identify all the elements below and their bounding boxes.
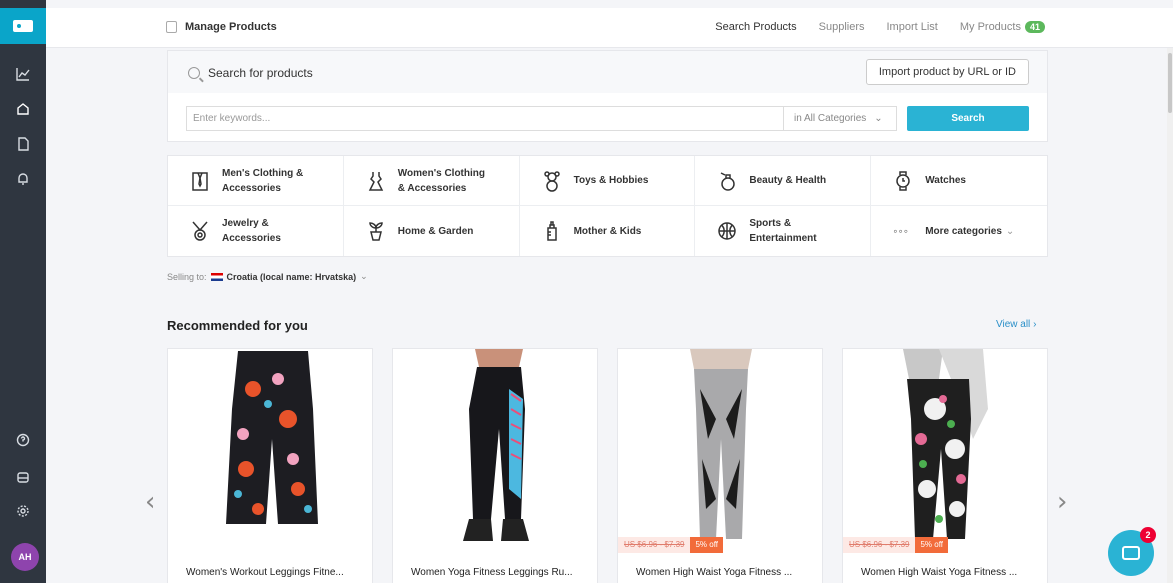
nav-search-products[interactable]: Search Products bbox=[715, 21, 796, 33]
search-card-header: Search for products Import product by UR… bbox=[168, 51, 1047, 93]
inbox-icon[interactable] bbox=[0, 465, 46, 489]
teddy-bear-icon bbox=[543, 170, 560, 192]
top-nav: Search Products Suppliers Import List My… bbox=[715, 21, 1045, 33]
view-all-link[interactable]: View all › bbox=[996, 319, 1036, 330]
product-name[interactable]: Women High Waist Yoga Fitness ... bbox=[636, 567, 792, 578]
price-tag: US $6.96 - $7.39 5% off bbox=[843, 537, 949, 553]
category-grid: Men's Clothing & Accessories Women's Clo… bbox=[167, 155, 1048, 257]
category-label: Toys & Hobbies bbox=[573, 175, 649, 186]
carousel-prev-arrow[interactable]: ‹ bbox=[145, 487, 155, 517]
section-title: Recommended for you bbox=[167, 318, 308, 333]
category-more[interactable]: ◦◦◦ More categories ⌄ bbox=[871, 206, 1047, 256]
category-beauty-health[interactable]: Beauty & Health bbox=[695, 156, 872, 206]
page-title: Manage Products bbox=[166, 21, 277, 33]
discount-badge: 5% off bbox=[915, 537, 949, 553]
product-image[interactable] bbox=[618, 349, 822, 555]
nav-my-products-label: My Products bbox=[959, 21, 1021, 33]
left-rail: AH bbox=[0, 0, 46, 583]
avatar[interactable]: AH bbox=[11, 543, 39, 571]
product-image[interactable] bbox=[843, 349, 1047, 555]
category-label: Sports & Entertainment bbox=[749, 218, 817, 244]
selling-to[interactable]: Selling to: Croatia (local name: Hrvatsk… bbox=[167, 271, 368, 282]
plant-pot-icon bbox=[369, 222, 383, 241]
help-icon[interactable] bbox=[0, 428, 46, 452]
settings-icon[interactable] bbox=[0, 499, 46, 523]
chart-icon[interactable] bbox=[0, 62, 46, 86]
basketball-icon bbox=[718, 222, 737, 240]
search-label: Search for products bbox=[188, 66, 313, 80]
notifications-icon[interactable] bbox=[0, 167, 46, 191]
keywords-input[interactable] bbox=[186, 106, 784, 131]
product-name[interactable]: Women High Waist Yoga Fitness ... bbox=[861, 567, 1017, 578]
category-watches[interactable]: Watches bbox=[871, 156, 1047, 206]
dress-icon bbox=[368, 171, 384, 191]
baby-bottle-icon bbox=[546, 221, 557, 241]
app-logo[interactable] bbox=[0, 8, 46, 44]
category-sports[interactable]: Sports & Entertainment bbox=[695, 206, 872, 256]
category-womens-clothing[interactable]: Women's Clothing & Accessories bbox=[343, 156, 520, 206]
nav-import-list[interactable]: Import List bbox=[886, 21, 937, 33]
product-name[interactable]: Women Yoga Fitness Leggings Ru... bbox=[411, 567, 573, 578]
category-label: Home & Garden bbox=[397, 225, 474, 237]
product-name[interactable]: Women's Workout Leggings Fitne... bbox=[186, 567, 344, 578]
import-by-url-button[interactable]: Import product by URL or ID bbox=[865, 59, 1029, 85]
search-button[interactable]: Search bbox=[907, 106, 1029, 131]
category-home-garden[interactable]: Home & Garden bbox=[344, 206, 520, 256]
shirt-tie-icon bbox=[192, 171, 208, 191]
product-image[interactable] bbox=[393, 349, 597, 555]
category-label: Jewelry & Accessories bbox=[222, 218, 281, 244]
nav-my-products[interactable]: My Products 41 bbox=[960, 21, 1045, 33]
watch-icon bbox=[896, 170, 910, 191]
more-dots-icon: ◦◦◦ bbox=[893, 224, 909, 238]
carousel-next-arrow[interactable]: › bbox=[1057, 487, 1067, 517]
category-mens-clothing[interactable]: Men's Clothing & Accessories bbox=[168, 156, 344, 206]
old-price: US $6.96 - $7.39 bbox=[843, 537, 916, 553]
product-card[interactable]: Women Yoga Fitness Leggings Ru... bbox=[392, 348, 598, 583]
chevron-down-icon: ⌄ bbox=[1005, 225, 1015, 237]
selling-to-prefix: Selling to: bbox=[167, 271, 207, 282]
old-price: US $6.96 - $7.39 bbox=[618, 537, 691, 553]
selling-to-country: Croatia (local name: Hrvatska) bbox=[226, 271, 357, 282]
croatia-flag-icon bbox=[210, 272, 223, 281]
category-label: More categories bbox=[925, 225, 1002, 237]
category-mother-kids[interactable]: Mother & Kids bbox=[520, 206, 696, 256]
chat-launcher-button[interactable]: 2 bbox=[1108, 527, 1156, 576]
chevron-down-icon: ⌄ bbox=[874, 113, 883, 124]
page-scrollbar[interactable] bbox=[1167, 48, 1173, 583]
chat-icon bbox=[1122, 546, 1140, 560]
category-label: Men's Clothing & Accessories bbox=[222, 167, 304, 194]
category-select[interactable]: in All Categories ⌄ bbox=[783, 106, 897, 131]
view-all-label: View all bbox=[996, 319, 1031, 330]
product-card[interactable]: Women's Workout Leggings Fitne... bbox=[167, 348, 373, 583]
perfume-icon bbox=[721, 171, 736, 191]
category-select-value: in All Categories bbox=[794, 113, 867, 124]
chevron-right-icon: › bbox=[1033, 319, 1037, 330]
product-card[interactable]: US $6.96 - $7.39 5% off Women High Waist… bbox=[617, 348, 823, 583]
category-label: Watches bbox=[925, 175, 966, 186]
category-label: Women's Clothing & Accessories bbox=[397, 167, 485, 194]
scrollbar-thumb[interactable] bbox=[1168, 53, 1172, 113]
price-tag-icon bbox=[13, 20, 33, 32]
search-label-text: Search for products bbox=[208, 66, 313, 80]
page-title-text: Manage Products bbox=[185, 21, 277, 33]
necklace-icon bbox=[192, 221, 208, 241]
nav-suppliers[interactable]: Suppliers bbox=[819, 21, 865, 33]
category-label: Mother & Kids bbox=[573, 225, 642, 237]
my-products-count-badge: 41 bbox=[1024, 21, 1045, 33]
chat-unread-badge: 2 bbox=[1140, 527, 1156, 543]
category-toys-hobbies[interactable]: Toys & Hobbies bbox=[519, 156, 696, 206]
search-card: Search for products Import product by UR… bbox=[167, 50, 1048, 142]
search-icon bbox=[188, 67, 200, 79]
store-icon[interactable] bbox=[0, 97, 46, 121]
category-jewelry[interactable]: Jewelry & Accessories bbox=[168, 206, 344, 256]
orders-icon[interactable] bbox=[0, 132, 46, 156]
store-icon bbox=[166, 21, 177, 33]
price-tag: US $6.96 - $7.39 5% off bbox=[618, 537, 724, 553]
discount-badge: 5% off bbox=[690, 537, 724, 553]
chevron-down-icon: ⌄ bbox=[360, 271, 368, 281]
top-bar: Manage Products Search Products Supplier… bbox=[46, 8, 1173, 48]
product-image[interactable] bbox=[168, 349, 372, 555]
category-label: Beauty & Health bbox=[749, 175, 827, 186]
product-card[interactable]: US $6.96 - $7.39 5% off Women High Waist… bbox=[842, 348, 1048, 583]
